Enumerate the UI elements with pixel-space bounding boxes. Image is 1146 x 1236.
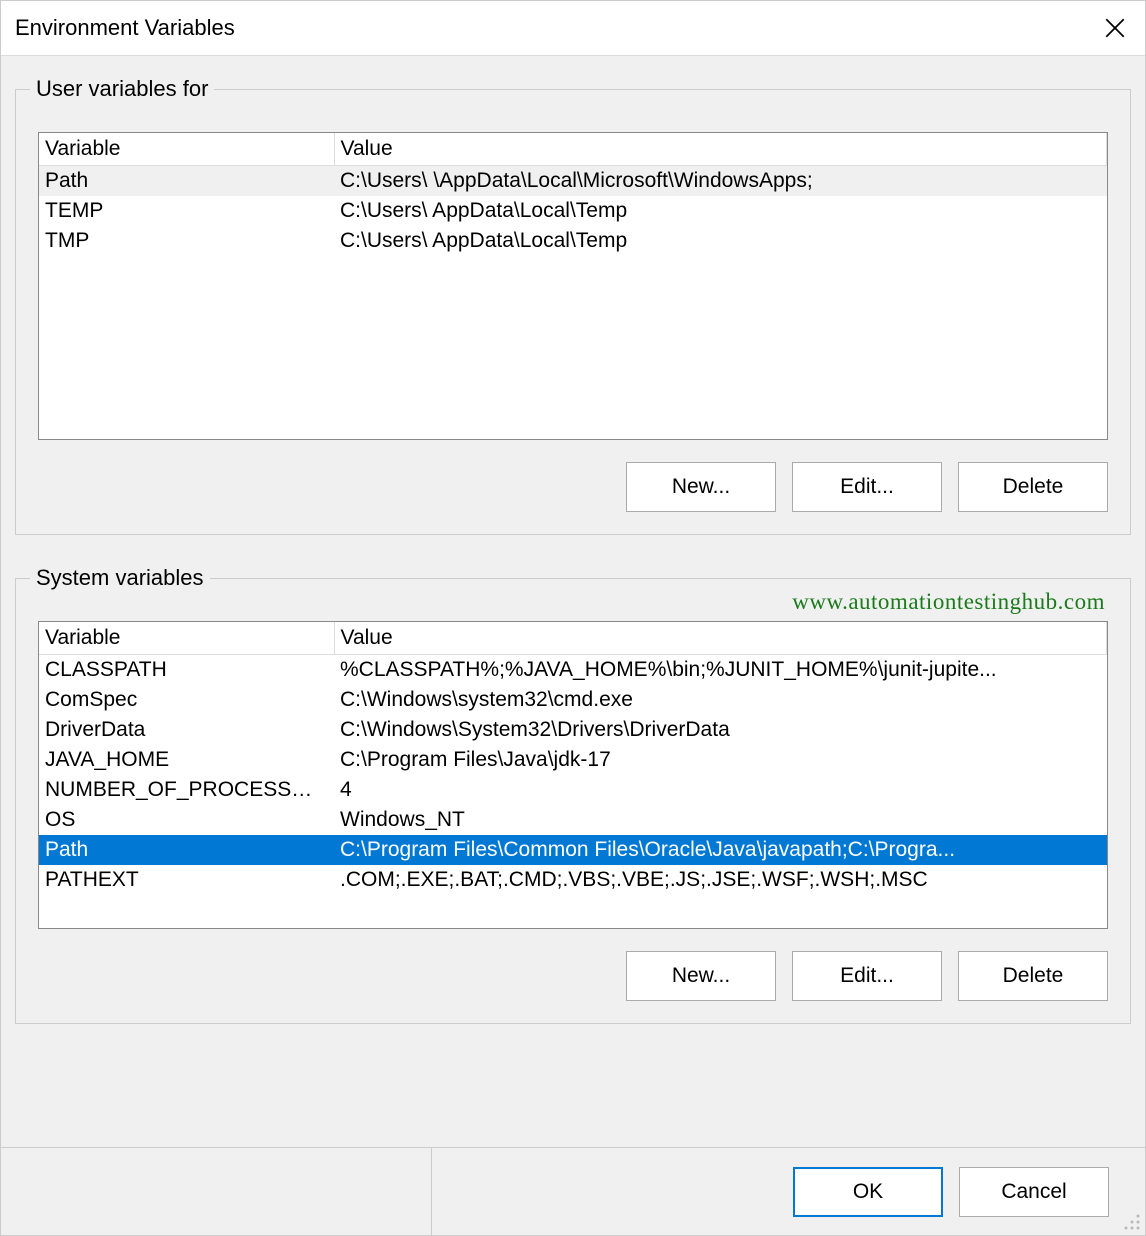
dialog-body: User variables for Variable Value PathC:… — [1, 56, 1145, 1054]
table-row[interactable]: TEMPC:\Users\ AppData\Local\Temp — [39, 196, 1107, 226]
table-row[interactable]: ComSpecC:\Windows\system32\cmd.exe — [39, 685, 1107, 715]
cell-value: C:\Users\ \AppData\Local\Microsoft\Windo… — [334, 166, 1107, 197]
ok-button[interactable]: OK — [793, 1167, 943, 1217]
cell-variable: OS — [39, 805, 334, 835]
cell-value: Windows_NT — [334, 805, 1107, 835]
cell-value: C:\Windows\system32\cmd.exe — [334, 685, 1107, 715]
cell-value: %CLASSPATH%;%JAVA_HOME%\bin;%JUNIT_HOME%… — [334, 655, 1107, 686]
cell-variable: TMP — [39, 226, 334, 256]
table-row[interactable]: NUMBER_OF_PROCESSORS4 — [39, 775, 1107, 805]
table-row[interactable]: OSWindows_NT — [39, 805, 1107, 835]
user-variables-table-wrap[interactable]: Variable Value PathC:\Users\ \AppData\Lo… — [38, 132, 1108, 440]
titlebar: Environment Variables — [1, 1, 1145, 56]
user-variables-legend: User variables for — [30, 76, 214, 102]
cancel-button[interactable]: Cancel — [959, 1167, 1109, 1217]
cell-value: 4 — [334, 775, 1107, 805]
user-variables-table: Variable Value PathC:\Users\ \AppData\Lo… — [39, 133, 1107, 256]
footer-divider — [431, 1148, 432, 1235]
cell-variable: PATHEXT — [39, 865, 334, 895]
cell-variable: ComSpec — [39, 685, 334, 715]
close-button[interactable] — [1085, 1, 1145, 56]
system-variables-table: Variable Value CLASSPATH%CLASSPATH%;%JAV… — [39, 622, 1107, 895]
dialog-title: Environment Variables — [15, 15, 235, 41]
close-icon — [1105, 18, 1125, 38]
user-edit-button[interactable]: Edit... — [792, 462, 942, 512]
system-new-button[interactable]: New... — [626, 951, 776, 1001]
table-row[interactable]: DriverDataC:\Windows\System32\Drivers\Dr… — [39, 715, 1107, 745]
system-delete-button[interactable]: Delete — [958, 951, 1108, 1001]
user-new-button[interactable]: New... — [626, 462, 776, 512]
cell-value: C:\Program Files\Java\jdk-17 — [334, 745, 1107, 775]
cell-value: C:\Windows\System32\Drivers\DriverData — [334, 715, 1107, 745]
cell-variable: Path — [39, 835, 334, 865]
system-buttons-row: New... Edit... Delete — [38, 951, 1108, 1001]
cell-value: C:\Program Files\Common Files\Oracle\Jav… — [334, 835, 1107, 865]
system-variables-legend: System variables — [30, 565, 210, 591]
cell-variable: JAVA_HOME — [39, 745, 334, 775]
cell-variable: TEMP — [39, 196, 334, 226]
cell-variable: Path — [39, 166, 334, 197]
system-edit-button[interactable]: Edit... — [792, 951, 942, 1001]
column-header-variable[interactable]: Variable — [39, 622, 334, 655]
column-header-variable[interactable]: Variable — [39, 133, 334, 166]
system-table-header-row: Variable Value — [39, 622, 1107, 655]
system-variables-group: System variables Variable Value CLASSPAT… — [15, 565, 1131, 1024]
cell-value: .COM;.EXE;.BAT;.CMD;.VBS;.VBE;.JS;.JSE;.… — [334, 865, 1107, 895]
cell-value: C:\Users\ AppData\Local\Temp — [334, 196, 1107, 226]
resize-grip-icon[interactable] — [1123, 1213, 1141, 1231]
user-variables-group: User variables for Variable Value PathC:… — [15, 76, 1131, 535]
cell-variable: DriverData — [39, 715, 334, 745]
cell-variable: NUMBER_OF_PROCESSORS — [39, 775, 334, 805]
table-row[interactable]: JAVA_HOMEC:\Program Files\Java\jdk-17 — [39, 745, 1107, 775]
table-row[interactable]: TMPC:\Users\ AppData\Local\Temp — [39, 226, 1107, 256]
table-row[interactable]: PATHEXT.COM;.EXE;.BAT;.CMD;.VBS;.VBE;.JS… — [39, 865, 1107, 895]
table-row[interactable]: PathC:\Users\ \AppData\Local\Microsoft\W… — [39, 166, 1107, 197]
user-buttons-row: New... Edit... Delete — [38, 462, 1108, 512]
table-row[interactable]: PathC:\Program Files\Common Files\Oracle… — [39, 835, 1107, 865]
cell-variable: CLASSPATH — [39, 655, 334, 686]
dialog-footer: OK Cancel — [1, 1147, 1145, 1235]
system-variables-table-wrap[interactable]: Variable Value CLASSPATH%CLASSPATH%;%JAV… — [38, 621, 1108, 929]
cell-value: C:\Users\ AppData\Local\Temp — [334, 226, 1107, 256]
column-header-value[interactable]: Value — [334, 622, 1107, 655]
watermark-text: www.automationtestinghub.com — [792, 589, 1105, 615]
user-table-header-row: Variable Value — [39, 133, 1107, 166]
column-header-value[interactable]: Value — [334, 133, 1107, 166]
table-row[interactable]: CLASSPATH%CLASSPATH%;%JAVA_HOME%\bin;%JU… — [39, 655, 1107, 686]
user-delete-button[interactable]: Delete — [958, 462, 1108, 512]
